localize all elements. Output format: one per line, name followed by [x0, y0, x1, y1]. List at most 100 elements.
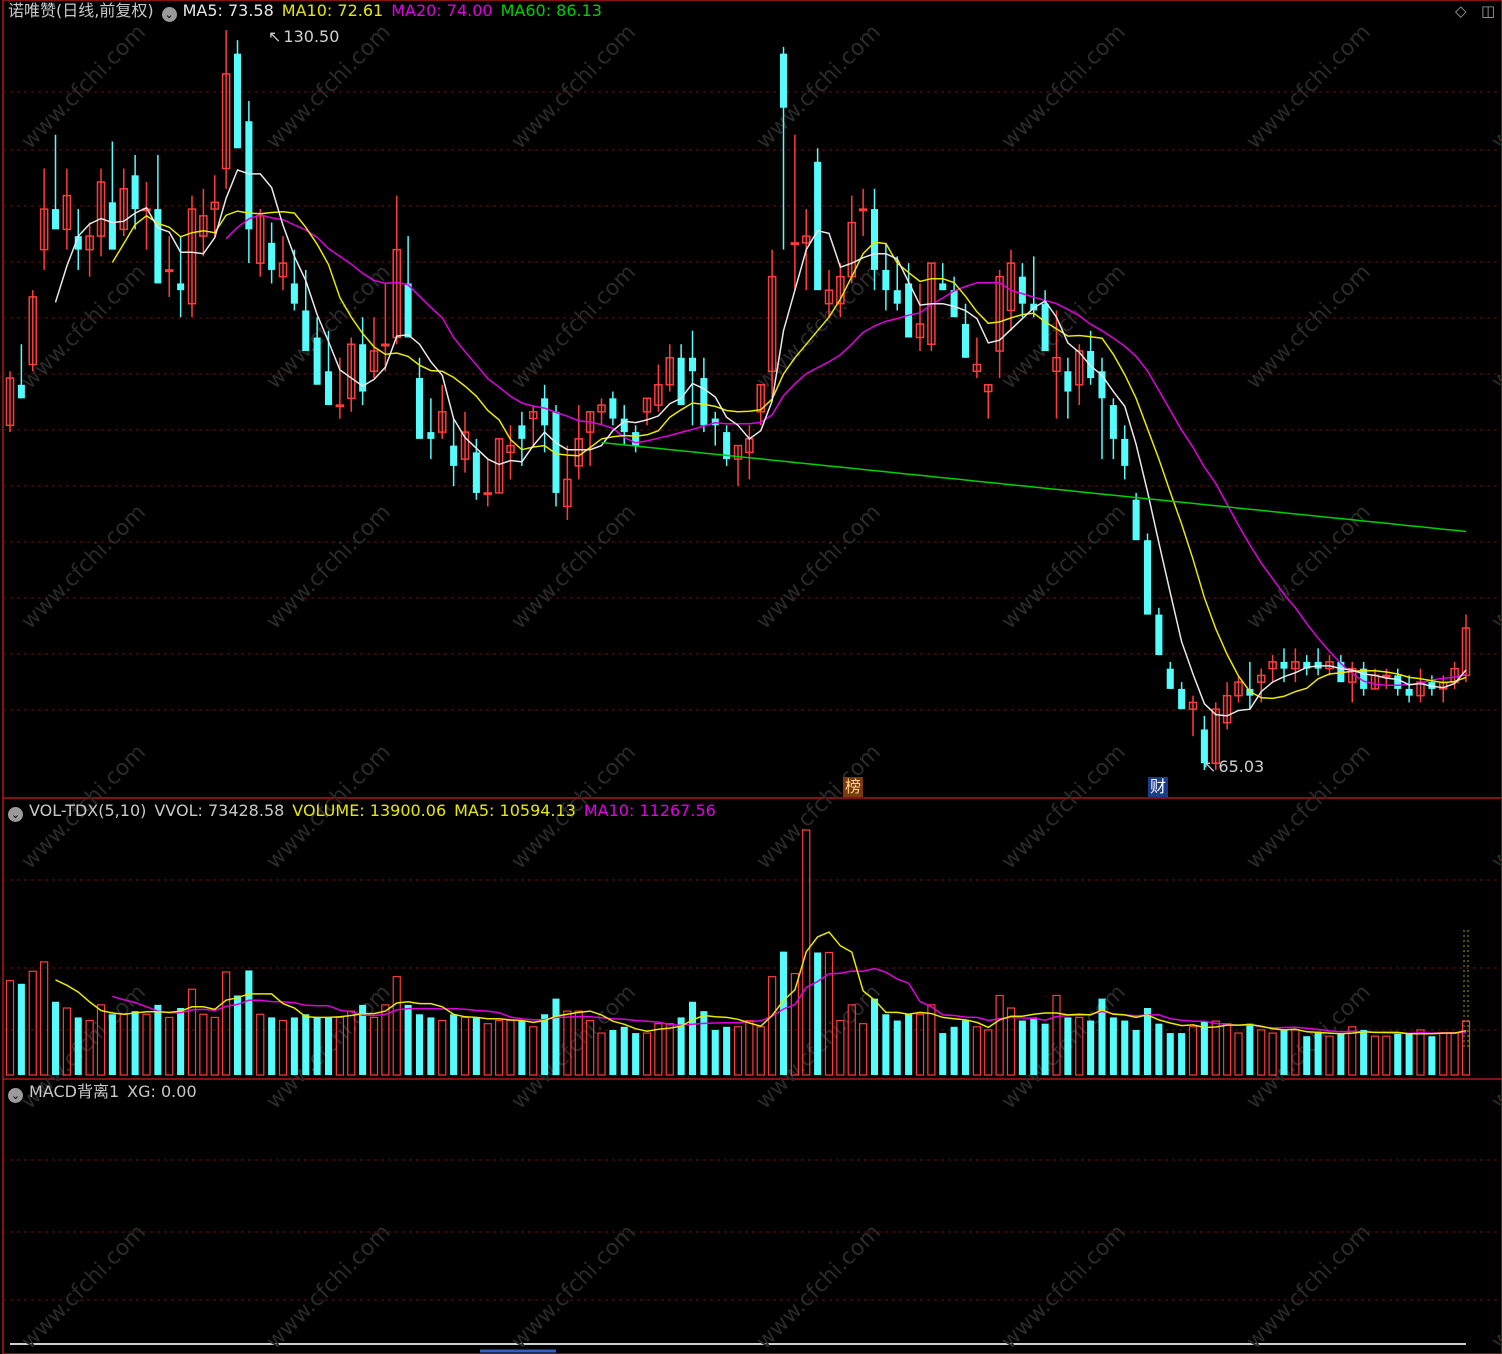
volume-bar — [1382, 1035, 1391, 1076]
volume-bar — [28, 970, 37, 1076]
volume-bar — [1211, 1020, 1220, 1076]
chevron-down-icon[interactable]: ⌄ — [8, 807, 23, 822]
ma60-line — [601, 441, 1467, 533]
kline-chart[interactable]: www.cfchi.com www.cfchi.com www.cfchi.com w… — [0, 0, 1502, 1354]
volume-bar — [665, 1023, 674, 1076]
volume-bar — [1314, 1033, 1322, 1075]
volume-bar — [438, 1019, 447, 1076]
candle-down — [17, 384, 25, 399]
volume-bar — [199, 1013, 208, 1076]
volume-bar — [1450, 1032, 1459, 1076]
volume-bar — [494, 1019, 504, 1076]
vol-indicator-name[interactable]: VOL-TDX(5,10) — [29, 801, 146, 820]
volume-bar — [1109, 1017, 1117, 1075]
watermark-text: www.cfchi.com — [262, 1220, 396, 1354]
candle-down — [1280, 661, 1288, 669]
vol-ma5-line — [55, 931, 1467, 1035]
candle-down — [518, 425, 526, 439]
volume-bar — [1246, 1023, 1254, 1075]
volume-bar — [733, 1026, 743, 1076]
volume-bar — [302, 1014, 310, 1075]
volume-bar — [1166, 1033, 1174, 1075]
diamond-icon[interactable]: ◇ — [1455, 3, 1467, 19]
volume-bar — [882, 1014, 890, 1075]
watermark-text: www.cfchi.com — [1487, 1220, 1502, 1354]
volume-bar — [1222, 1023, 1232, 1076]
low-price-label: 65.03 — [1218, 757, 1265, 776]
volume-bar — [1370, 1035, 1380, 1076]
volume-bar — [642, 1032, 652, 1076]
volume-bar — [995, 994, 1004, 1076]
volume-bar — [961, 1020, 970, 1075]
candle-down — [950, 290, 958, 318]
volume-bar — [1200, 1021, 1208, 1075]
volume-bar — [905, 1014, 913, 1075]
candle-down — [1143, 540, 1152, 615]
candle-down — [51, 209, 60, 230]
volume-bar — [108, 1014, 116, 1075]
watermark-text: www.cfchi.com — [752, 20, 886, 154]
candle-down — [1041, 303, 1049, 352]
ranking-marker[interactable]: 榜 — [843, 777, 864, 797]
maximize-icon[interactable]: ◫ — [1481, 3, 1495, 19]
candle-down — [1178, 688, 1186, 710]
volume-bar — [74, 1017, 82, 1075]
candle-down — [1109, 405, 1117, 439]
volume-bar — [745, 1019, 754, 1076]
ma5-line — [54, 168, 1467, 717]
candle-down — [268, 242, 276, 270]
vol-ma10-label: MA10: 11267.56 — [583, 801, 716, 820]
candle-down — [961, 323, 970, 358]
volume-bar — [404, 1004, 412, 1075]
chevron-down-icon[interactable]: ⌄ — [161, 7, 177, 22]
volume-bar — [210, 1016, 219, 1076]
volume-bar — [654, 1023, 663, 1076]
candle-down — [415, 378, 424, 439]
volume-label: VOLUME: 13900.06 — [292, 801, 447, 820]
watermark-text: www.cfchi.com — [997, 20, 1131, 154]
high-price-label: 130.50 — [283, 27, 340, 46]
volume-bar — [609, 1029, 617, 1075]
volume-bar — [450, 1014, 458, 1075]
watermark-text: www.cfchi.com — [17, 500, 151, 634]
volume-bar — [984, 1029, 993, 1076]
watermark-text: www.cfchi.com — [997, 1220, 1131, 1354]
volume-bar — [541, 1014, 549, 1075]
candle-down — [154, 209, 162, 284]
stock-name[interactable]: 诺唯赞(日线,前复权) — [8, 1, 154, 20]
candle-up — [858, 208, 868, 212]
volume-bar — [324, 1017, 333, 1075]
volume-bar — [723, 1026, 731, 1075]
volume-bar — [870, 998, 879, 1075]
candle-down — [450, 445, 458, 466]
watermark-text: www.cfchi.com — [1487, 500, 1502, 634]
volume-bar — [756, 1026, 765, 1076]
volume-bar — [268, 1017, 276, 1075]
volume-bar — [131, 1011, 139, 1075]
candle-down — [1405, 688, 1413, 696]
volume-bar — [858, 1023, 868, 1076]
volume-bar — [1348, 1026, 1357, 1076]
low-price-annotation: ↖ 65.03 — [1203, 757, 1265, 776]
watermark-text: www.cfchi.com — [1487, 20, 1502, 154]
xg-label: XG: 0.00 — [127, 1082, 197, 1101]
volume-bar — [313, 1017, 321, 1075]
candle-down — [108, 202, 116, 250]
candle-up — [381, 343, 390, 347]
finance-marker[interactable]: 财 — [1148, 777, 1169, 797]
candle-down — [313, 337, 321, 385]
macd-indicator-name[interactable]: MACD背离1 — [29, 1082, 119, 1101]
volume-bar — [1360, 1029, 1368, 1075]
watermark-text: www.cfchi.com — [507, 1220, 641, 1354]
volume-bar — [1405, 1033, 1413, 1075]
candle-up — [335, 404, 345, 408]
candle-down — [1018, 276, 1026, 304]
volume-bar — [154, 1004, 162, 1075]
volume-bar — [427, 1017, 435, 1075]
volume-bar — [1234, 1032, 1243, 1076]
candle-down — [939, 283, 947, 291]
watermark-text: www.cfchi.com — [17, 1220, 151, 1354]
candle-up — [790, 242, 800, 246]
chevron-down-icon[interactable]: ⌄ — [8, 1088, 23, 1103]
volume-bar — [927, 1004, 936, 1076]
